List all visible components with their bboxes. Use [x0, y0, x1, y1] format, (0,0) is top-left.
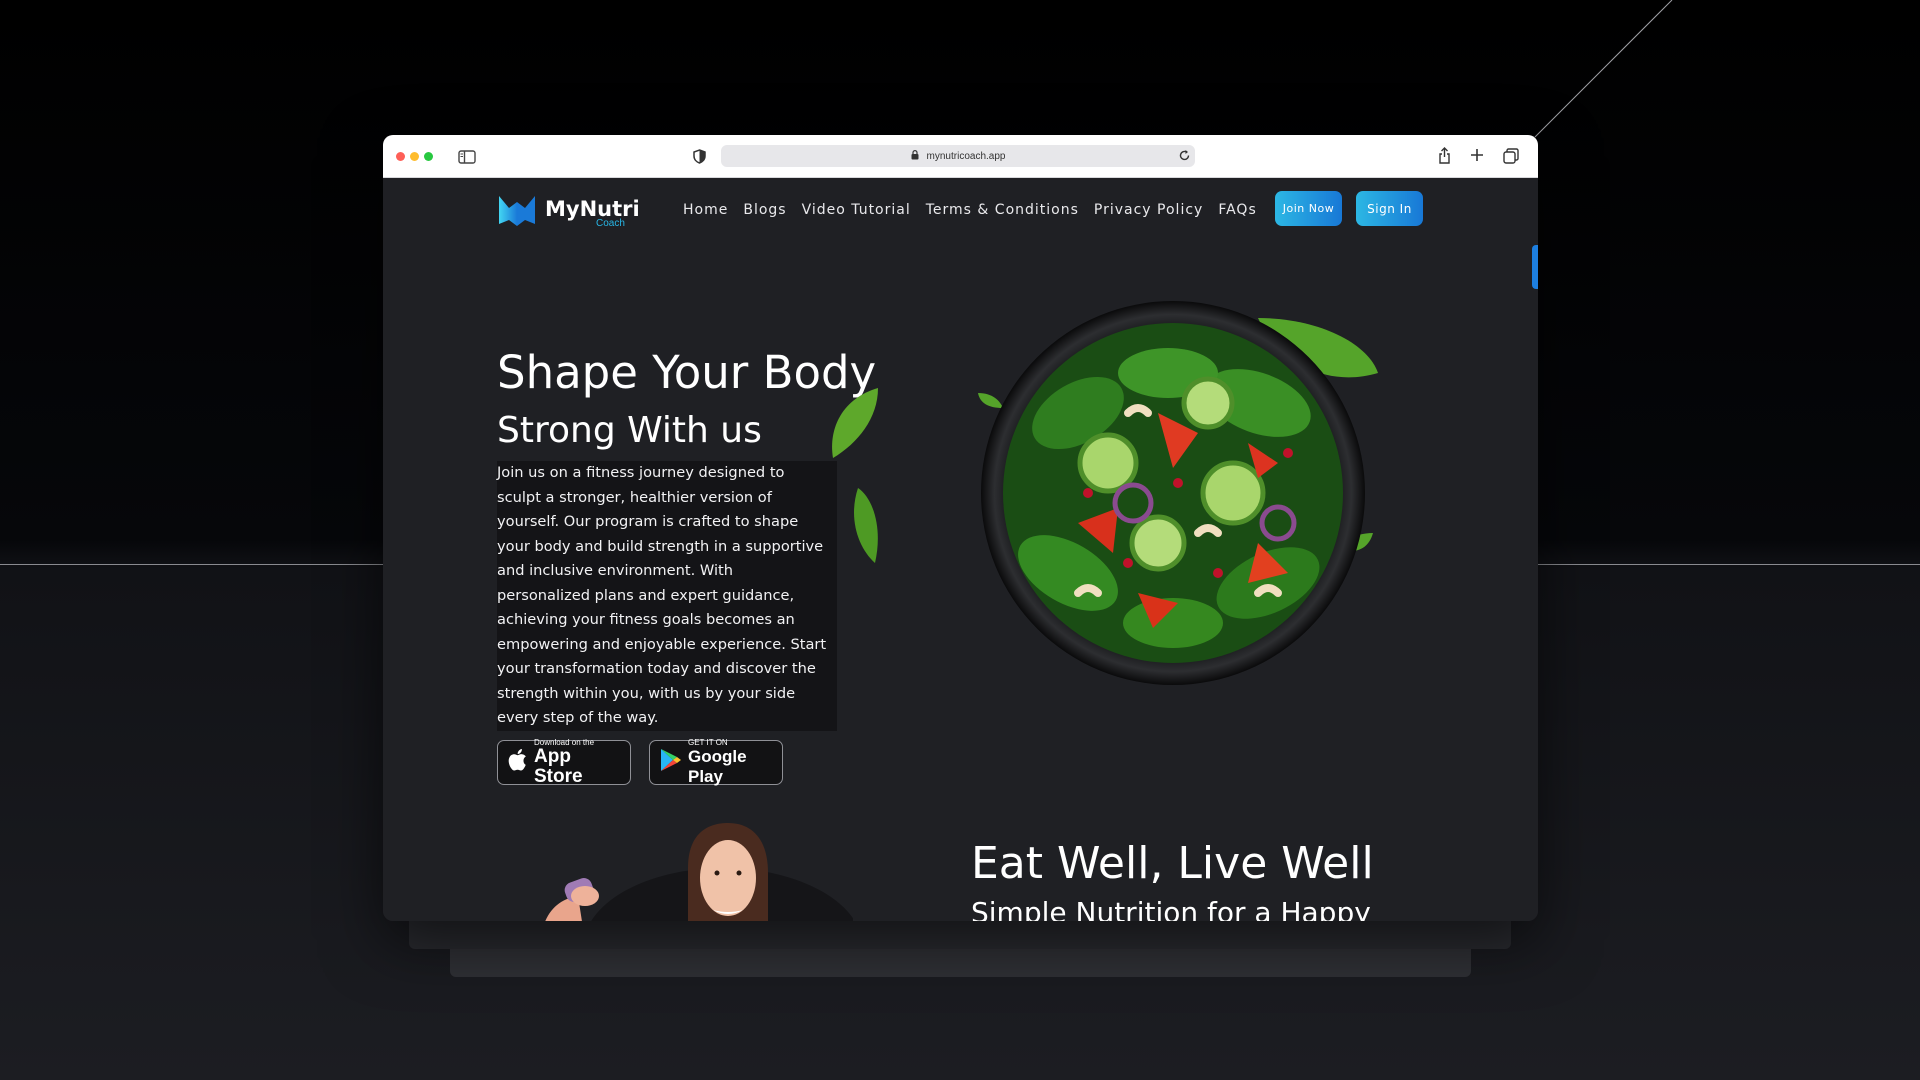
app-store-big-text: App Store [534, 746, 583, 787]
apple-icon [508, 748, 528, 777]
tabs-icon[interactable] [1502, 147, 1520, 164]
url-text: mynutricoach.app [926, 150, 1006, 162]
join-now-button[interactable]: Join Now [1275, 191, 1342, 226]
google-play-small-text: GET IT ON [688, 738, 728, 747]
close-window-button[interactable] [396, 152, 405, 161]
nav-link-home[interactable]: Home [683, 202, 728, 218]
salad-bowl-image [978, 301, 1378, 685]
browser-toolbar: mynutricoach.app [383, 135, 1538, 178]
nav-link-faqs[interactable]: FAQs [1218, 202, 1256, 218]
shield-icon[interactable] [691, 148, 707, 165]
deco-line-diagonal [1534, 0, 1673, 138]
website-viewport: MyNutri Coach Home Blogs Video Tutorial … [383, 178, 1538, 921]
hero-subtitle: Strong With us [497, 410, 762, 451]
deco-line-left [0, 564, 383, 565]
nav-link-privacy[interactable]: Privacy Policy [1094, 202, 1203, 218]
nav-link-terms[interactable]: Terms & Conditions [926, 202, 1079, 218]
brand-name: MyNutri [545, 197, 640, 221]
reload-icon[interactable] [1178, 149, 1191, 165]
new-tab-icon[interactable] [1469, 147, 1485, 163]
scrollbar-thumb[interactable] [1532, 245, 1538, 289]
address-bar[interactable]: mynutricoach.app [721, 145, 1195, 167]
lock-icon [911, 149, 919, 163]
nav-link-blogs[interactable]: Blogs [743, 202, 786, 218]
hero-description: Join us on a fitness journey designed to… [497, 461, 837, 731]
brand-tagline: Coach [596, 218, 625, 229]
browser-window: mynutricoach.app MyNutri Coach Home Blog… [383, 135, 1538, 921]
minimize-window-button[interactable] [410, 152, 419, 161]
sign-in-button[interactable]: Sign In [1356, 191, 1423, 226]
section-subtitle: Simple Nutrition for a Happy [971, 896, 1371, 921]
sidebar-icon[interactable] [457, 148, 477, 165]
nav-link-video-tutorial[interactable]: Video Tutorial [802, 202, 911, 218]
section-title: Eat Well, Live Well [971, 838, 1374, 889]
main-navigation: Home Blogs Video Tutorial Terms & Condit… [683, 202, 1257, 218]
google-play-button[interactable]: GET IT ON Google Play [649, 738, 783, 786]
logo-mark-icon [499, 196, 535, 226]
deco-line-right [1538, 564, 1920, 565]
woman-with-dumbbell-image [545, 823, 853, 921]
hero-title: Shape Your Body [497, 346, 877, 399]
app-store-button[interactable]: Download on the App Store [497, 738, 631, 787]
share-icon[interactable] [1436, 146, 1452, 165]
google-play-big-text: Google Play [688, 747, 747, 786]
google-play-icon [660, 748, 682, 777]
maximize-window-button[interactable] [424, 152, 433, 161]
leaf-decoration [832, 388, 878, 563]
